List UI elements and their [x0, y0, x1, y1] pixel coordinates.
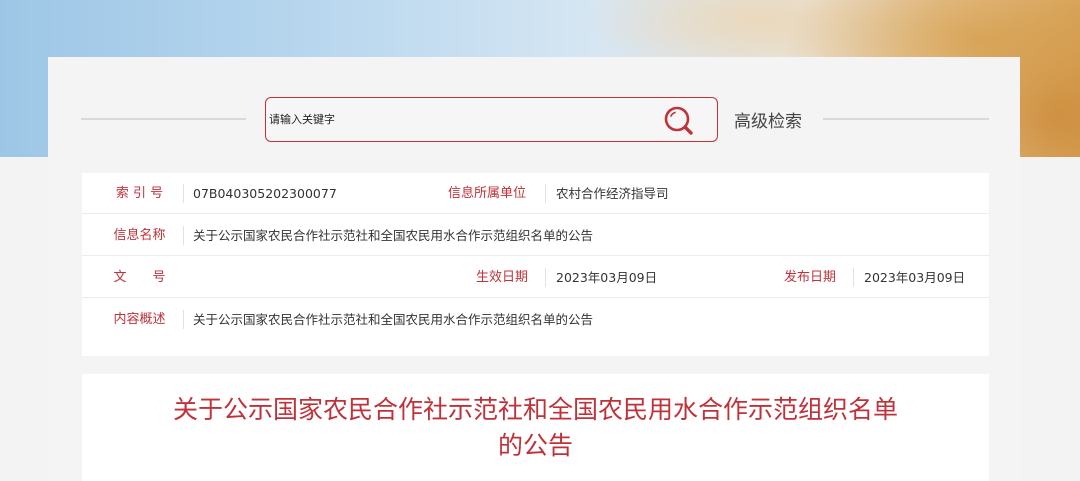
column-divider: [183, 184, 184, 203]
metadata-row-summary: 内容概述 关于公示国家农民合作社示范社和全国农民用水合作示范组织名单的公告: [82, 299, 989, 340]
name-value: 关于公示国家农民合作社示范社和全国农民用水合作示范组织名单的公告: [193, 228, 594, 243]
unit-value: 农村合作经济指导司: [556, 186, 669, 201]
search-box: [265, 97, 718, 142]
document-title-line-2: 的公告: [497, 431, 573, 460]
index-label: 索 引 号: [115, 186, 164, 201]
divider-right: [823, 118, 989, 120]
search-bar: 高级检索: [48, 57, 1020, 167]
name-label: 信息名称: [113, 228, 166, 243]
metadata-table: 索 引 号 07B040305202300077 信息所属单位 农村合作经济指导…: [82, 173, 989, 356]
document-title: 关于公示国家农民合作社示范社和全国农民用水合作示范组织名单 的公告: [112, 392, 959, 464]
column-divider: [545, 184, 546, 203]
effective-date-value: 2023年03月09日: [556, 270, 658, 285]
unit-label: 信息所属单位: [447, 186, 526, 201]
publish-date-label: 发布日期: [783, 270, 836, 285]
document-title-card: 关于公示国家农民合作社示范社和全国农民用水合作示范组织名单 的公告: [82, 374, 989, 481]
metadata-row-docno: 文 号 生效日期 2023年03月09日 发布日期 2023年03月09日: [82, 257, 989, 298]
summary-value: 关于公示国家农民合作社示范社和全国农民用水合作示范组织名单的公告: [193, 312, 594, 327]
advanced-search-link[interactable]: 高级检索: [734, 107, 802, 132]
column-divider: [853, 268, 854, 287]
column-divider: [183, 310, 184, 329]
column-divider: [183, 226, 184, 245]
docno-label: 文 号: [113, 270, 166, 285]
summary-label: 内容概述: [113, 312, 166, 327]
search-icon[interactable]: [662, 104, 696, 136]
publish-date-value: 2023年03月09日: [864, 270, 966, 285]
index-value: 07B040305202300077: [193, 186, 337, 201]
metadata-row-name: 信息名称 关于公示国家农民合作社示范社和全国农民用水合作示范组织名单的公告: [82, 215, 989, 256]
document-title-line-1: 关于公示国家农民合作社示范社和全国农民用水合作示范组织名单: [172, 395, 898, 424]
content-panel: 高级检索 索 引 号 07B040305202300077 信息所属单位 农村合…: [48, 57, 1020, 481]
search-input[interactable]: [266, 98, 656, 141]
metadata-row-index: 索 引 号 07B040305202300077 信息所属单位 农村合作经济指导…: [82, 173, 989, 214]
effective-date-label: 生效日期: [475, 270, 528, 285]
column-divider: [545, 268, 546, 287]
divider-left: [81, 118, 246, 120]
